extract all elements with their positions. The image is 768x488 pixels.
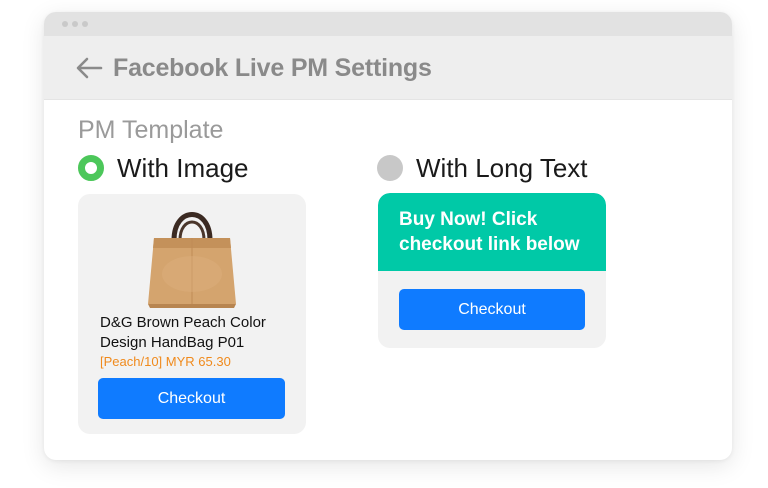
back-arrow-icon[interactable] — [74, 56, 104, 80]
option-with-image-label: With Image — [117, 152, 249, 183]
message-text: Buy Now! Click checkout link below — [399, 209, 580, 255]
checkout-button-image-template[interactable]: Checkout — [98, 378, 285, 419]
option-with-image[interactable]: With Image — [78, 153, 249, 183]
window-dot-2 — [72, 21, 78, 27]
option-with-long-text[interactable]: With Long Text — [377, 153, 588, 183]
product-name: D&G Brown Peach Color Design HandBag P01 — [100, 314, 266, 351]
long-text-template-card: Buy Now! Click checkout link below Check… — [378, 193, 606, 348]
handbag-image — [148, 212, 236, 308]
option-with-long-text-label: With Long Text — [416, 152, 588, 183]
radio-selected-icon[interactable] — [78, 155, 104, 181]
page-title: Facebook Live PM Settings — [113, 54, 432, 82]
window-titlebar — [44, 12, 732, 36]
window-dot-3 — [82, 21, 88, 27]
image-template-card: D&G Brown Peach Color Design HandBag P01… — [78, 194, 306, 434]
app-window: Facebook Live PM Settings PM Template Wi… — [44, 12, 732, 460]
section-label: PM Template — [78, 116, 224, 144]
radio-unselected-icon[interactable] — [377, 155, 403, 181]
page-header: Facebook Live PM Settings — [44, 36, 732, 100]
product-price: [Peach/10] MYR 65.30 — [100, 354, 231, 369]
checkout-button-text-template[interactable]: Checkout — [399, 289, 585, 330]
message-bubble: Buy Now! Click checkout link below — [378, 193, 606, 271]
window-dot-1 — [62, 21, 68, 27]
